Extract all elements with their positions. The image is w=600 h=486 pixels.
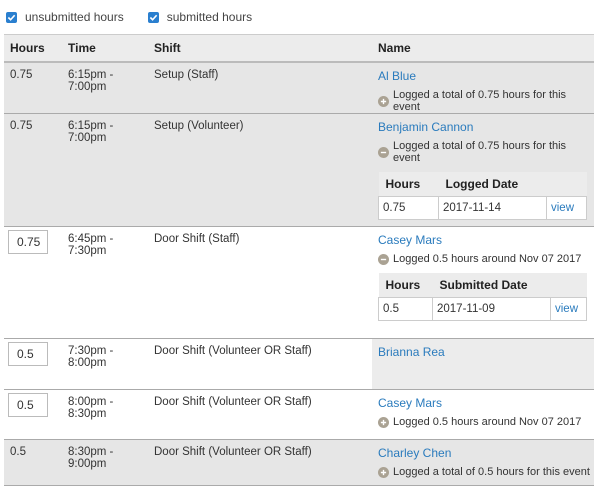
sub-date-value: 2017-11-09 [432,297,551,321]
time-cell: 8:30pm -9:00pm [62,439,148,486]
checkbox-unsubmitted[interactable] [6,11,17,23]
col-name: Name [372,34,594,63]
log-note: Logged a total of 0.75 hours for this ev… [378,140,594,164]
filter-bar: unsubmitted hours submitted hours [0,0,600,34]
sub-col-hours: Hours [378,273,433,298]
name-cell: Casey Mars Logged 0.5 hours around Nov 0… [372,389,594,440]
name-cell: Al Blue Logged a total of 0.75 hours for… [372,62,594,114]
time-start: 7:30pm - [68,345,114,357]
shift-cell: Setup (Volunteer) [148,113,372,227]
log-note-text: Logged a total of 0.75 hours for this ev… [393,140,567,164]
check-icon [149,14,157,21]
time-end: 7:00pm [68,81,107,93]
time-cell: 6:45pm -7:30pm [62,226,148,339]
minus-circle-icon[interactable] [378,253,389,265]
plus-circle-icon[interactable] [378,416,389,428]
time-end: 7:30pm [68,245,107,257]
log-note-text: Logged a total of 0.75 hours for this ev… [393,89,567,113]
col-hours: Hours [4,34,62,63]
shift-cell: Door Shift (Volunteer OR Staff) [148,439,372,486]
hours-cell: 0.5 [4,389,62,440]
shift-cell: Setup (Staff) [148,62,372,114]
log-detail-table: Hours Submitted Date 0.5 2017-11-09 view [378,273,588,321]
shifts-table: Hours Time Shift Name 0.75 6:15pm -7:00p… [4,34,594,486]
name-cell: Charley Chen Logged a total of 0.5 hours… [372,439,594,486]
volunteer-link[interactable]: Brianna Rea [378,345,445,359]
table-row: 0.75 6:15pm -7:00pm Setup (Staff) Al Blu… [4,62,594,114]
filter-submitted[interactable]: submitted hours [147,10,253,24]
time-start: 8:00pm - [68,396,114,408]
time-cell: 8:00pm -8:30pm [62,389,148,440]
log-note: Logged a total of 0.5 hours for this eve… [378,466,594,478]
sub-col-date: Submitted Date [432,273,587,298]
filter-unsubmitted[interactable]: unsubmitted hours [6,10,124,24]
hours-input[interactable]: 0.5 [8,393,48,417]
minus-circle-icon[interactable] [378,146,389,158]
sub-hours-value: 0.75 [378,196,439,220]
volunteer-link[interactable]: Casey Mars [378,396,442,410]
log-note-text: Logged 0.5 hours around Nov 07 2017 [393,416,582,428]
table-row: 0.5 7:30pm -8:00pm Door Shift (Volunteer… [4,338,594,390]
name-cell: Casey Mars Logged 0.5 hours around Nov 0… [372,226,594,339]
name-cell: Benjamin Cannon Logged a total of 0.75 h… [372,113,594,227]
volunteer-link[interactable]: Benjamin Cannon [378,120,473,134]
time-cell: 6:15pm -7:00pm [62,62,148,114]
time-start: 6:15pm - [68,69,114,81]
table-row: 0.5 8:00pm -8:30pm Door Shift (Volunteer… [4,389,594,440]
sub-hours-value: 0.5 [378,297,433,321]
table-row: 0.75 6:15pm -7:00pm Setup (Volunteer) Be… [4,113,594,227]
col-shift: Shift [148,34,372,63]
filter-label: unsubmitted hours [25,10,124,24]
time-start: 6:45pm - [68,233,114,245]
sub-col-hours: Hours [378,172,439,197]
time-cell: 7:30pm -8:00pm [62,338,148,390]
hours-value: 0.5 [4,439,62,486]
log-note-text: Logged 0.5 hours around Nov 07 2017 [393,253,582,265]
col-time: Time [62,34,148,63]
time-start: 6:15pm - [68,120,114,132]
hours-input[interactable]: 0.75 [8,230,48,254]
sub-date-value: 2017-11-14 [438,196,547,220]
time-end: 9:00pm [68,458,107,470]
check-icon [7,14,16,21]
name-cell: Brianna Rea [372,338,594,390]
plus-circle-icon[interactable] [378,95,389,107]
hours-cell: 0.75 [4,226,62,339]
log-note-text: Logged a total of 0.5 hours for this eve… [393,466,590,478]
shift-cell: Door Shift (Volunteer OR Staff) [148,389,372,440]
plus-circle-icon[interactable] [378,466,389,478]
hours-input[interactable]: 0.5 [8,342,48,366]
volunteer-link[interactable]: Al Blue [378,69,416,83]
log-detail-table: Hours Logged Date 0.75 2017-11-14 view [378,172,588,220]
volunteer-link[interactable]: Casey Mars [378,233,442,247]
sub-col-date: Logged Date [438,172,587,197]
filter-label: submitted hours [166,10,253,24]
time-end: 8:30pm [68,408,107,420]
hours-cell: 0.5 [4,338,62,390]
log-note: Logged a total of 0.75 hours for this ev… [378,89,594,113]
table-row: 0.75 6:45pm -7:30pm Door Shift (Staff) C… [4,226,594,339]
shift-cell: Door Shift (Volunteer OR Staff) [148,338,372,390]
log-note: Logged 0.5 hours around Nov 07 2017 [378,416,594,428]
volunteer-link[interactable]: Charley Chen [378,446,451,460]
shift-cell: Door Shift (Staff) [148,226,372,339]
time-cell: 6:15pm -7:00pm [62,113,148,227]
time-end: 8:00pm [68,357,107,369]
table-header: Hours Time Shift Name [4,34,594,63]
view-link[interactable]: view [549,297,588,321]
table-row: 0.5 8:30pm -9:00pm Door Shift (Volunteer… [4,439,594,486]
hours-value: 0.75 [4,113,62,227]
view-link[interactable]: view [545,196,588,220]
hours-value: 0.75 [4,62,62,114]
time-start: 8:30pm - [68,446,114,458]
time-end: 7:00pm [68,132,107,144]
log-note: Logged 0.5 hours around Nov 07 2017 [378,253,594,265]
checkbox-submitted[interactable] [147,11,159,23]
